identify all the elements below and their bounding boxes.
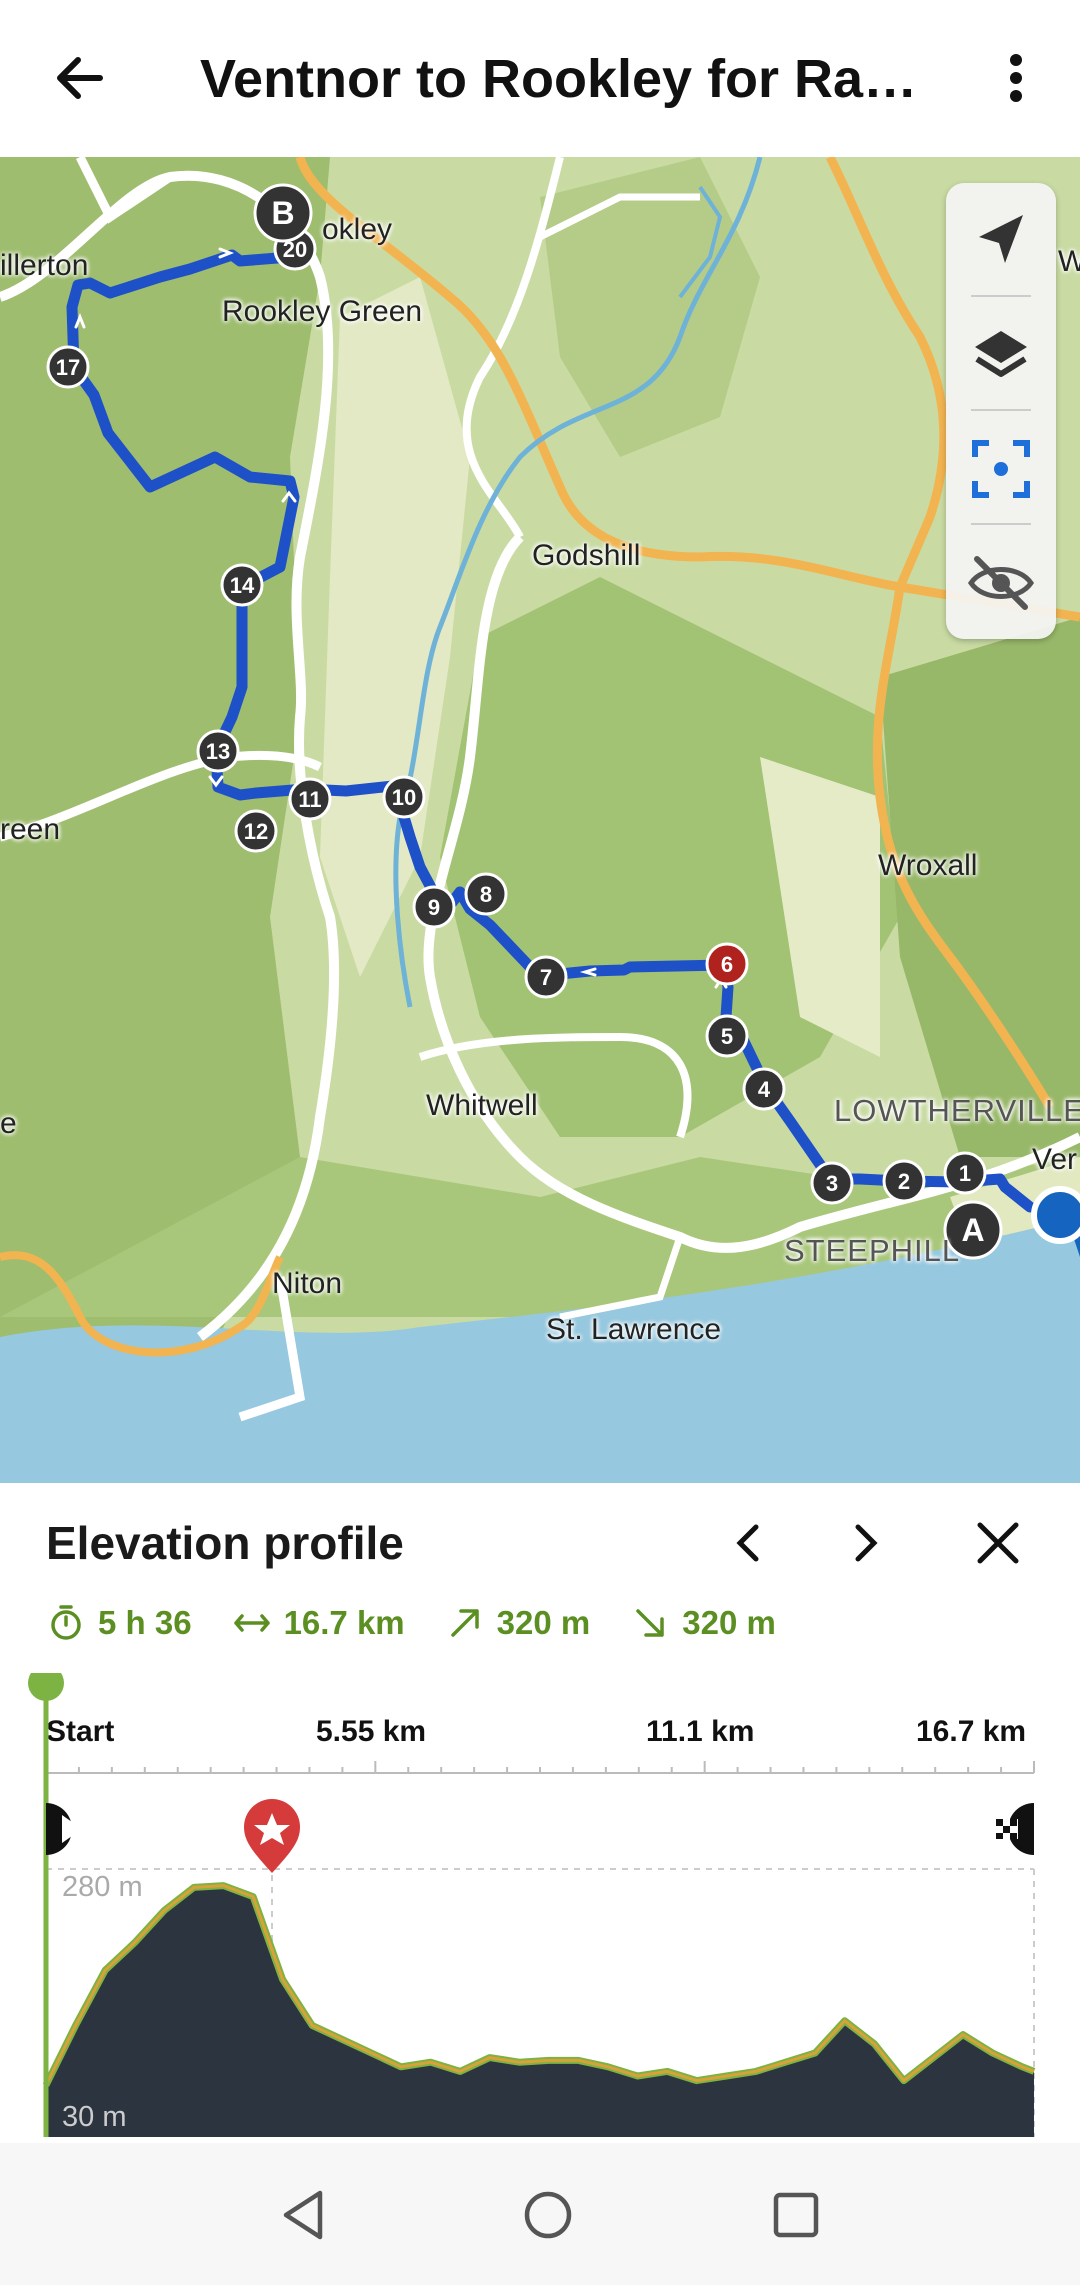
label-st-lawrence: St. Lawrence [546,1313,722,1346]
waypoint-5[interactable]: 5 [705,1014,749,1058]
svg-text:3: 3 [826,1171,838,1196]
label-lowtherville: LOWTHERVILLE [834,1093,1080,1128]
waypoint-17[interactable]: 17 [46,345,90,389]
svg-text:9: 9 [428,895,440,920]
distance-value: 16.7 km [283,1604,405,1641]
start-play-icon [46,1803,82,1873]
map-controls [946,183,1056,639]
label-rookley: okley [322,213,393,246]
system-nav-bar [0,2143,1080,2285]
svg-text:7: 7 [540,965,552,990]
label-ventnor: Ver [1032,1143,1078,1176]
svg-text:14: 14 [230,573,255,598]
label-w-east: W [1058,245,1080,278]
waypoint-8[interactable]: 8 [464,872,508,916]
x-minor-ticks [45,1761,1035,1773]
label-steephill: STEEPHILL [784,1233,961,1268]
previous-chevron-icon[interactable] [718,1511,782,1575]
waypoint-7[interactable]: 7 [524,955,568,999]
route-stats: 5 h 36 16.7 km 320 m 320 m [46,1593,816,1653]
label-chillerton: illerton [0,249,89,282]
navigation-arrow-icon[interactable] [961,201,1041,281]
svg-text:10: 10 [392,785,416,810]
waypoint-6[interactable]: 6 [705,942,749,986]
svg-text:11: 11 [298,787,321,812]
label-green-west: reen [0,813,61,846]
route-map[interactable]: 20 17 14 13 12 11 10 9 8 7 6 5 4 3 2 1 B… [0,157,1080,1483]
waypoint-9[interactable]: 9 [412,885,456,929]
svg-text:6: 6 [721,952,733,977]
svg-text:12: 12 [244,819,268,844]
route-end-marker-b[interactable]: B [253,183,313,243]
label-wroxall: Wroxall [878,849,978,882]
svg-text:5: 5 [721,1024,733,1049]
waypoint-4[interactable]: 4 [742,1067,786,1111]
svg-text:2: 2 [898,1169,910,1194]
waypoint-1[interactable]: 1 [943,1151,987,1195]
distance-stat: 16.7 km [232,1603,405,1643]
descent-value: 320 m [682,1604,776,1641]
descent-arrow-icon [636,1609,664,1637]
visibility-off-icon[interactable] [961,543,1041,623]
duration-stat: 5 h 36 [46,1603,192,1643]
layers-icon[interactable] [961,315,1041,395]
route-title: Ventnor to Rookley for Ram… [200,49,940,109]
waypoint-11[interactable]: 11 [288,777,332,821]
waypoint-2[interactable]: 2 [882,1159,926,1203]
close-icon[interactable] [966,1511,1030,1575]
home-circle-icon[interactable] [516,2183,580,2247]
label-rookley-green: Rookley Green [222,295,423,328]
waypoint-3[interactable]: 3 [810,1161,854,1205]
map-canvas[interactable]: 20 17 14 13 12 11 10 9 8 7 6 5 4 3 2 1 B… [0,157,1080,1483]
svg-text:B: B [271,195,294,231]
duration-value: 5 h 36 [98,1604,192,1641]
svg-text:1: 1 [959,1161,971,1186]
timer-icon [51,1605,81,1640]
next-chevron-icon[interactable] [832,1511,896,1575]
recents-square-icon[interactable] [764,2183,828,2247]
waypoint-12[interactable]: 12 [234,809,278,853]
label-godshill: Godshill [532,539,641,572]
divider [971,409,1031,411]
waypoint-13[interactable]: 13 [196,729,240,773]
back-triangle-icon[interactable] [272,2183,336,2247]
label-e-west: e [0,1107,17,1140]
svg-text:4: 4 [758,1077,771,1102]
waypoint-star-icon[interactable] [244,1799,300,1873]
elevation-panel: Elevation profile 5 h 36 16.7 km 320 m 3… [0,1483,1080,2143]
position-cursor-handle[interactable] [28,1673,64,1701]
waypoint-10[interactable]: 10 [382,775,426,819]
svg-text:8: 8 [480,882,492,907]
back-arrow-icon[interactable] [40,38,120,118]
label-niton: Niton [272,1267,343,1300]
focus-icon[interactable] [961,429,1041,509]
elevation-area [46,1885,1034,2137]
y-max-label: 280 m [62,1871,143,1903]
ascent-arrow-icon [450,1609,479,1637]
svg-text:A: A [961,1212,984,1248]
y-min-label: 30 m [62,2101,127,2133]
ascent-value: 320 m [496,1604,591,1641]
finish-flag-icon [996,1803,1034,1873]
svg-text:17: 17 [56,355,80,380]
more-options-icon[interactable] [986,38,1046,118]
elevation-title: Elevation profile [46,1517,404,1569]
label-whitwell: Whitwell [426,1089,538,1122]
divider [971,523,1031,525]
app-bar: Ventnor to Rookley for Ram… [0,0,1080,157]
svg-text:13: 13 [206,739,230,764]
elevation-chart[interactable]: Start 5.55 km 11.1 km 16.7 km 280 m 30 m [0,1673,1080,2143]
waypoint-14[interactable]: 14 [220,563,264,607]
elevation-plot[interactable] [0,1673,1080,2143]
ascent-stat: 320 m [445,1603,591,1643]
divider [971,295,1031,297]
distance-arrows-icon [233,1614,270,1632]
descent-stat: 320 m [630,1603,776,1643]
